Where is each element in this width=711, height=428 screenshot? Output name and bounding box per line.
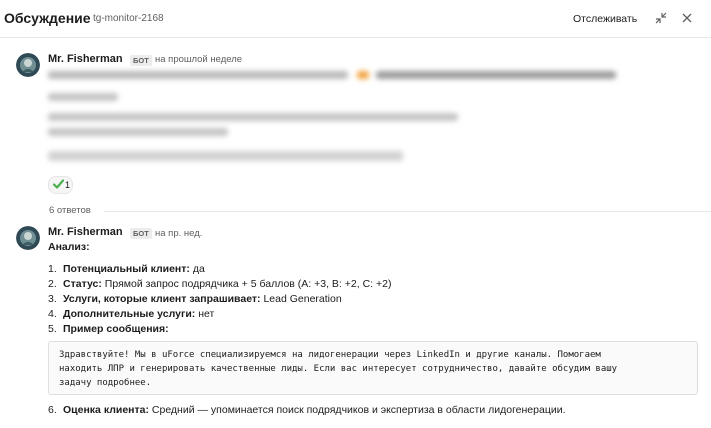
list-item: 4. Дополнительные услуги: нет: [48, 308, 215, 320]
message-author[interactable]: Mr. Fisherman: [48, 226, 123, 238]
reaction-button[interactable]: 1: [48, 176, 73, 194]
avatar[interactable]: [16, 226, 40, 250]
message-timestamp[interactable]: на пр. нед.: [155, 228, 202, 239]
list-item: 6. Оценка клиента: Средний — упоминается …: [48, 404, 566, 416]
reaction-count: 1: [65, 180, 71, 190]
list-item: 5. Пример сообщения:: [48, 323, 169, 335]
channel-name[interactable]: tg-monitor-2168: [93, 13, 164, 24]
avatar[interactable]: [16, 53, 40, 77]
list-item: 1. Потенциальный клиент: да: [48, 263, 205, 275]
collapse-arrows-icon[interactable]: [653, 10, 669, 26]
thread-title: Обсуждение: [4, 10, 91, 26]
bot-badge: БОТ: [130, 55, 152, 66]
thread-header: Обсуждение tg-monitor-2168 Отслеживать: [0, 0, 711, 38]
follow-button[interactable]: Отслеживать: [573, 13, 637, 25]
message-timestamp[interactable]: на прошлой неделе: [155, 54, 242, 65]
message-code-block: Здравствуйте! Мы в uForce специализируем…: [48, 341, 698, 395]
white-check-mark-icon: [52, 179, 65, 192]
list-item: 3. Услуги, которые клиент запрашивает: Le…: [48, 293, 342, 305]
replies-divider: [104, 211, 711, 212]
bot-badge: БОТ: [130, 228, 152, 239]
close-icon[interactable]: [679, 10, 695, 26]
message-author[interactable]: Mr. Fisherman: [48, 53, 123, 65]
replies-count: 6 ответов: [49, 205, 91, 216]
analysis-heading: Анализ:: [48, 241, 90, 253]
list-item: 2. Статус: Прямой запрос подрядчика + 5 б…: [48, 278, 392, 290]
